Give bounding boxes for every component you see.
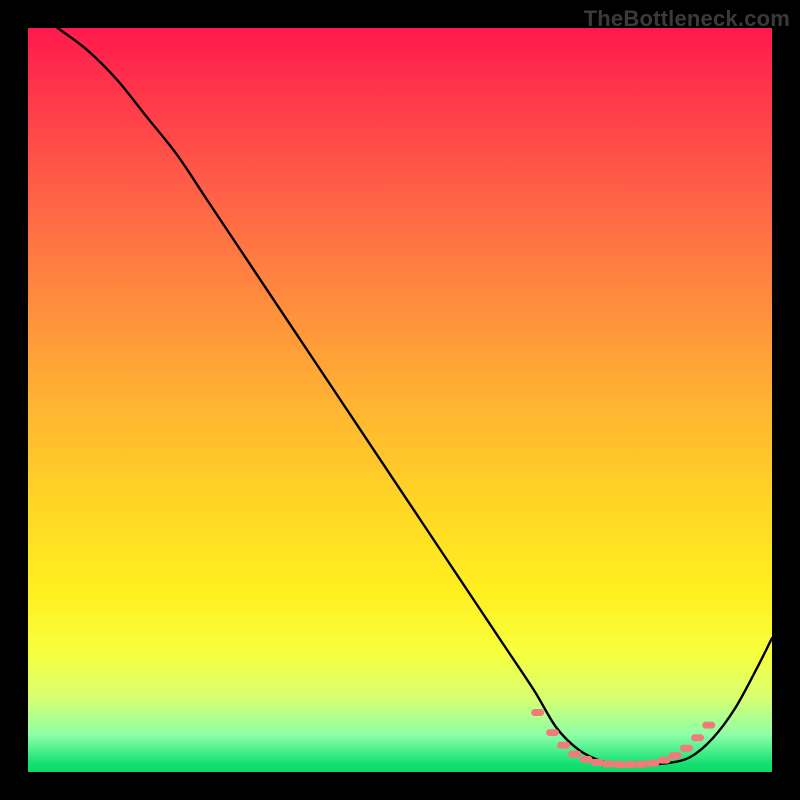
highlight-marker — [568, 751, 581, 758]
plot-area — [28, 28, 772, 772]
highlight-marker — [646, 760, 659, 767]
highlight-marker — [546, 729, 559, 736]
highlight-marker — [557, 742, 570, 749]
chart-frame: TheBottleneck.com — [0, 0, 800, 800]
highlight-marker — [702, 722, 715, 729]
highlight-marker — [602, 760, 615, 767]
curve-layer — [28, 28, 772, 772]
highlight-marker — [635, 761, 648, 768]
highlight-marker — [531, 709, 544, 716]
highlight-marker — [680, 745, 693, 752]
watermark-text: TheBottleneck.com — [584, 6, 790, 32]
bottleneck-curve — [28, 6, 772, 765]
highlight-marker — [669, 752, 682, 759]
highlight-marker — [591, 759, 604, 766]
highlight-marker — [613, 761, 626, 768]
highlight-marker — [658, 757, 671, 764]
highlight-marker — [691, 734, 704, 741]
highlight-marker — [624, 761, 637, 768]
highlight-marker — [580, 756, 593, 763]
